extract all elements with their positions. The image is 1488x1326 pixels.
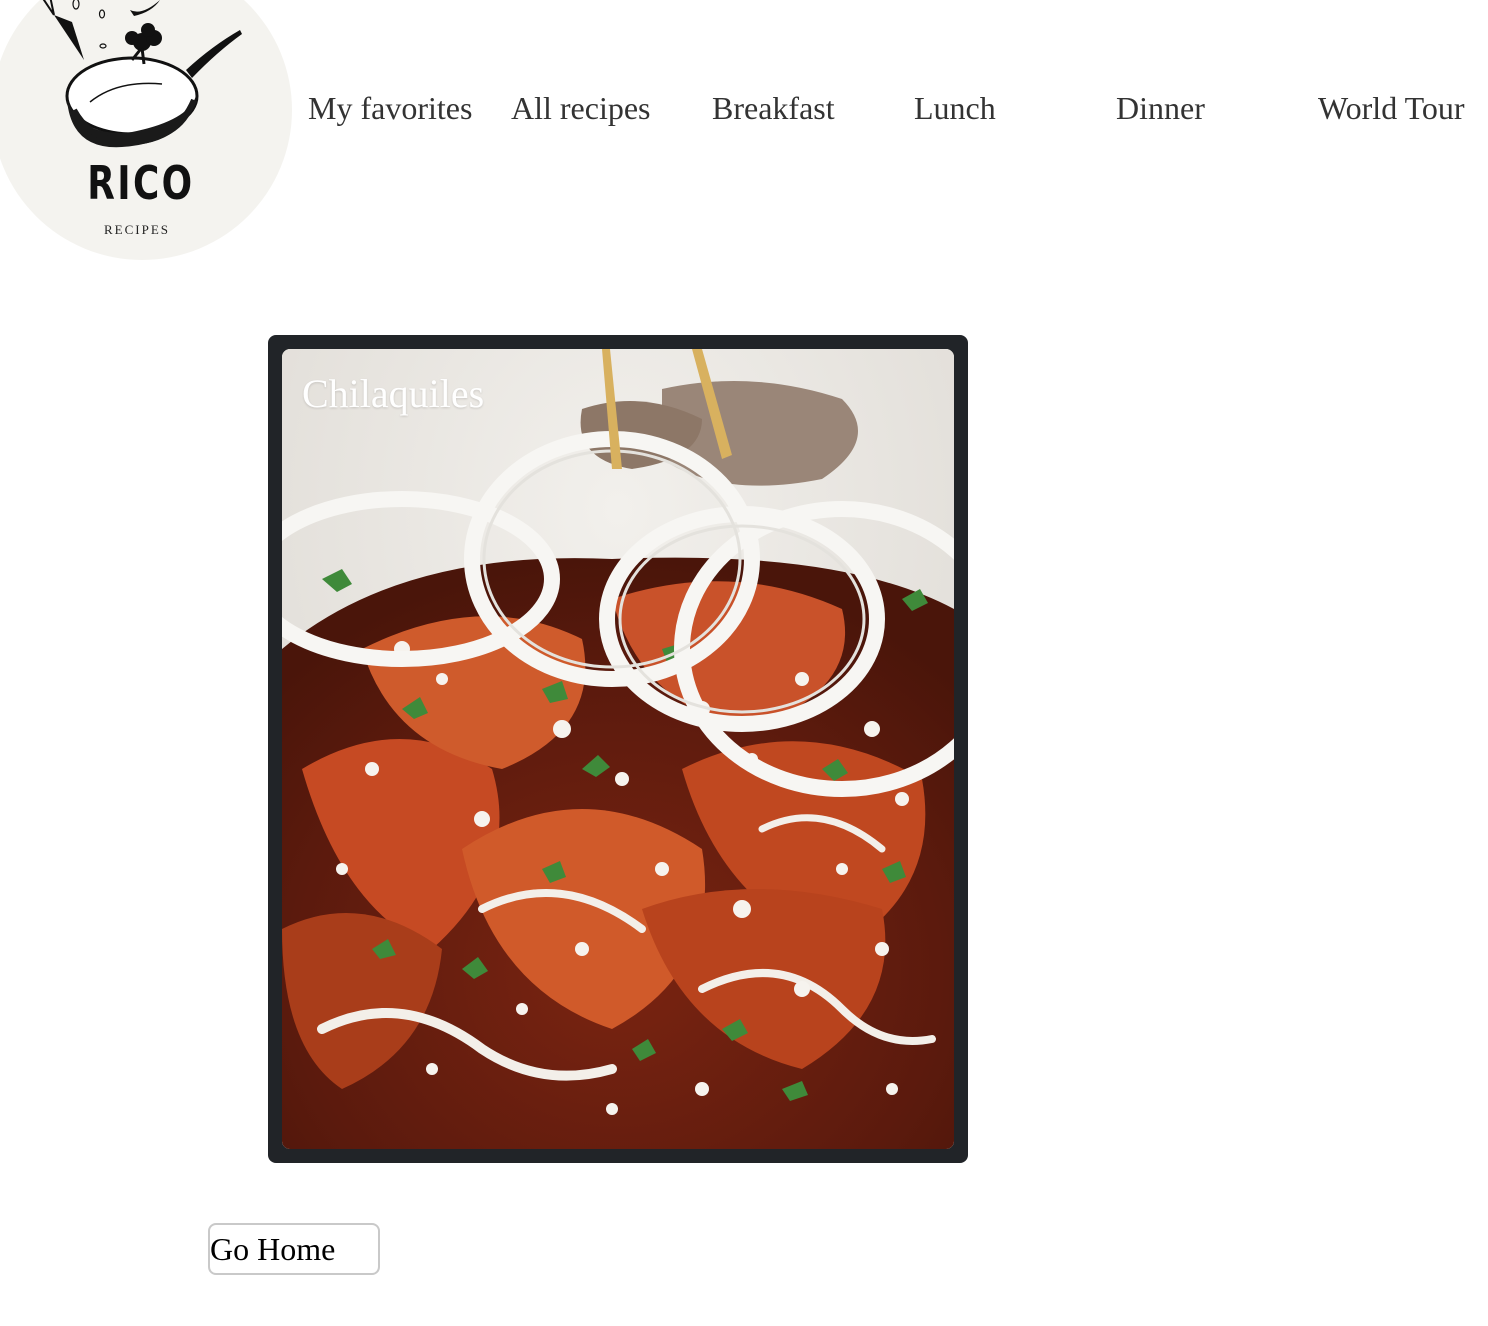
pan-with-vegetables-icon xyxy=(42,0,242,148)
nav-lunch[interactable]: Lunch xyxy=(914,88,996,128)
go-home-button[interactable]: Go Home xyxy=(208,1223,380,1275)
recipe-title: Chilaquiles xyxy=(302,371,485,416)
site-logo[interactable]: RICO RECIPES xyxy=(0,0,292,260)
nav-world-tour[interactable]: World Tour xyxy=(1318,88,1465,128)
nav-my-favorites[interactable]: My favorites xyxy=(308,88,472,128)
recipe-photo: Chilaquiles xyxy=(282,349,954,1149)
recipe-card[interactable]: Chilaquiles xyxy=(268,335,968,1163)
nav-all-recipes[interactable]: All recipes xyxy=(511,88,651,128)
nav-dinner[interactable]: Dinner xyxy=(1116,88,1205,128)
logo-subtitle: RECIPES xyxy=(103,222,170,237)
chilaquiles-photo xyxy=(282,349,954,1149)
nav-breakfast[interactable]: Breakfast xyxy=(712,88,835,128)
logo-wordmark: RICO xyxy=(87,156,195,210)
